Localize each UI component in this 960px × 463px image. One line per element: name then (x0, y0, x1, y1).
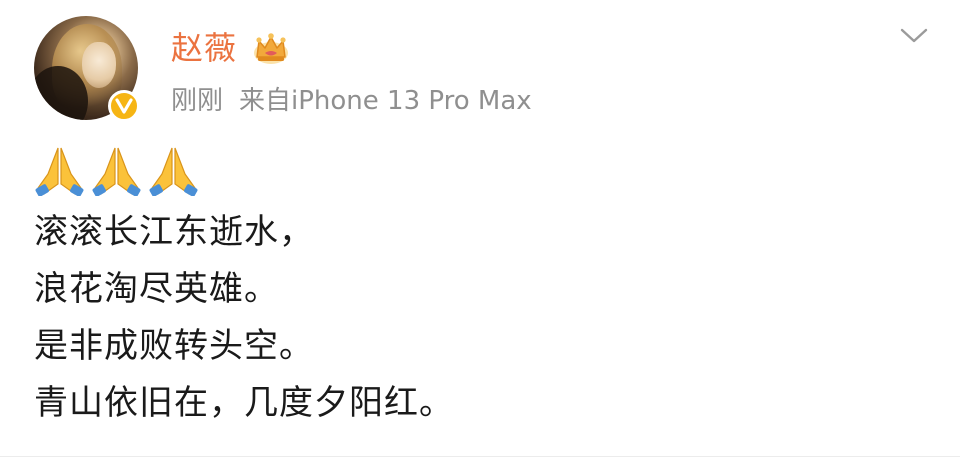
verified-v-icon (108, 90, 140, 122)
post-text-line: 青山依旧在，几度夕阳红。 (34, 383, 454, 423)
folded-hands-icon (149, 147, 198, 196)
weibo-post: 赵薇 刚刚 来自iPhone 13 Pro Max 滚滚长江东逝水， 浪花淘尽英… (0, 0, 960, 463)
post-source[interactable]: 来自iPhone 13 Pro Max (239, 86, 532, 116)
folded-hands-icon (92, 147, 141, 196)
post-time: 刚刚 (171, 86, 224, 116)
divider (0, 456, 960, 457)
chevron-down-icon[interactable] (899, 26, 929, 46)
post-text-line: 滚滚长江东逝水， (34, 212, 314, 252)
emoji-row (34, 144, 199, 196)
post-text-line: 浪花淘尽英雄。 (34, 269, 279, 309)
post-body: 滚滚长江东逝水， 浪花淘尽英雄。 是非成败转头空。 青山依旧在，几度夕阳红。 (34, 204, 454, 432)
crown-icon[interactable] (252, 31, 290, 65)
author-name[interactable]: 赵薇 (171, 26, 237, 70)
avatar[interactable] (34, 16, 140, 122)
folded-hands-icon (35, 147, 84, 196)
post-text-line: 是非成败转头空。 (34, 326, 314, 366)
post-meta: 刚刚 来自iPhone 13 Pro Max (171, 82, 532, 120)
